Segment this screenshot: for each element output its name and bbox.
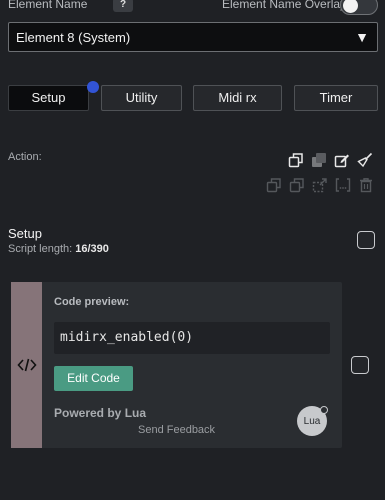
chevron-down-icon: ▼: [355, 29, 369, 45]
code-block-handle[interactable]: [11, 282, 42, 448]
edit-icon[interactable]: [334, 152, 350, 168]
element-select[interactable]: Element 8 (System) ▼: [8, 22, 378, 52]
duplicate-icon[interactable]: [289, 177, 305, 193]
powered-by-lua: Powered by Lua: [54, 406, 147, 420]
lua-moon: [320, 406, 328, 414]
help-button[interactable]: ?: [113, 0, 133, 12]
script-length-label: Script length:: [8, 243, 73, 255]
tab-indicator-dot: [87, 81, 99, 93]
tab-utility[interactable]: Utility: [101, 85, 182, 111]
script-length: Script length: 16/390: [8, 243, 109, 255]
code-icon: [16, 358, 37, 372]
script-length-value: 16/390: [75, 243, 109, 255]
toggle-knob: [343, 0, 358, 13]
code-preview-text: midirx_enabled(0): [60, 330, 194, 345]
element-name-overlay-toggle[interactable]: [340, 0, 378, 15]
code-block: Code preview: midirx_enabled(0) Edit Cod…: [11, 282, 342, 448]
tab-setup[interactable]: Setup: [8, 85, 89, 111]
delete-icon[interactable]: [358, 177, 374, 193]
event-tabs: Setup Utility Midi rx Timer: [8, 81, 378, 111]
action-icons-secondary: [266, 177, 378, 195]
code-preview-label: Code preview:: [54, 296, 130, 308]
tab-midi-rx[interactable]: Midi rx: [193, 85, 282, 111]
action-label: Action:: [8, 151, 42, 163]
element-select-value: Element 8 (System): [16, 30, 131, 45]
action-icons-primary: [288, 152, 378, 170]
bracket-icon[interactable]: [335, 177, 351, 193]
paste-icon[interactable]: [312, 177, 328, 193]
lua-logo-icon: Lua: [297, 406, 328, 436]
copy-icon[interactable]: [266, 177, 282, 193]
copy-icon[interactable]: [288, 152, 304, 168]
lua-logo-text: Lua: [303, 416, 321, 427]
setup-title: Setup: [8, 226, 42, 241]
edit-code-button[interactable]: Edit Code: [54, 366, 133, 391]
element-name-overlay-label: Element Name Overlay: [222, 0, 347, 11]
duplicate-icon[interactable]: [311, 152, 327, 168]
element-name-label: Element Name: [8, 0, 88, 11]
code-preview: midirx_enabled(0): [54, 322, 330, 354]
tab-timer[interactable]: Timer: [294, 85, 378, 111]
header-row: Element Name ? Element Name Overlay: [0, 0, 385, 15]
send-feedback-link[interactable]: Send Feedback: [138, 424, 215, 436]
setup-select-checkbox[interactable]: [357, 231, 375, 249]
clear-icon[interactable]: [357, 152, 373, 168]
code-block-select-checkbox[interactable]: [351, 356, 369, 374]
